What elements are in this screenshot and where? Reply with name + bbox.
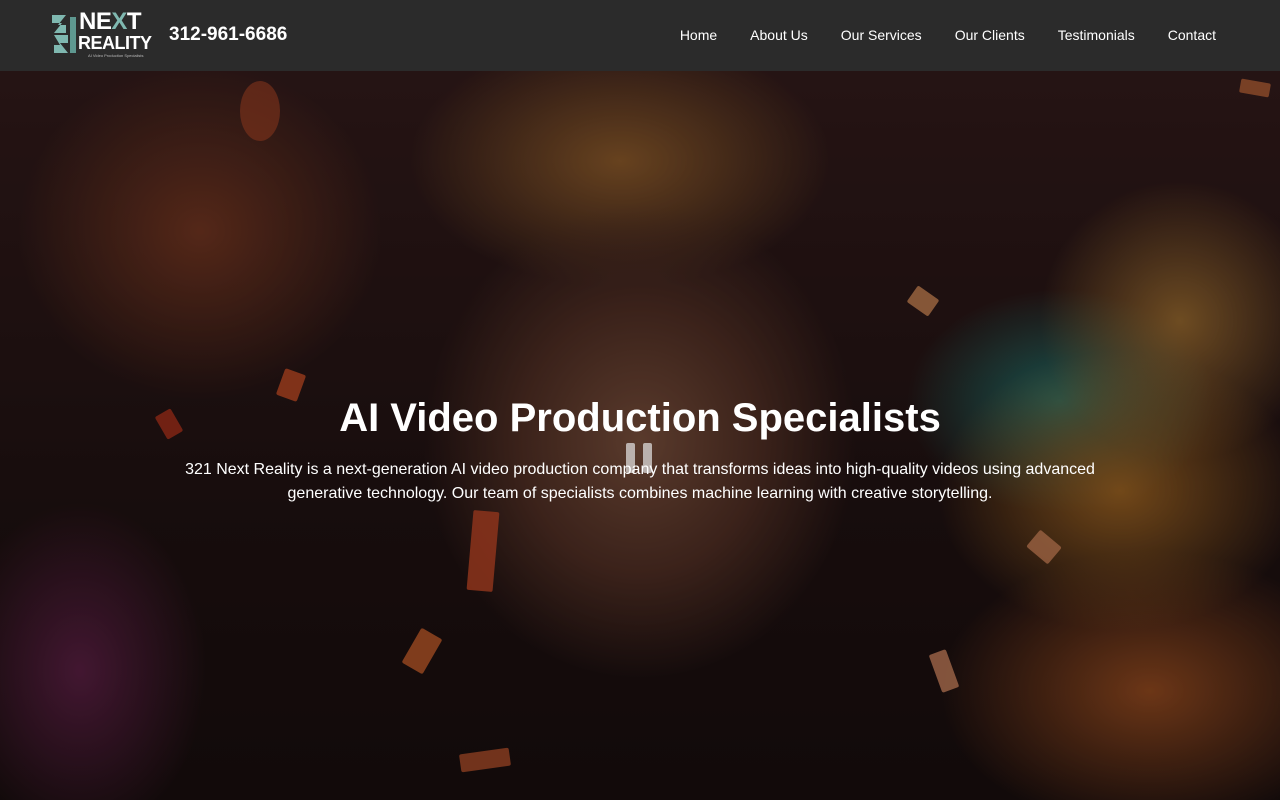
logo-tagline: AI Video Production Specialists [88,53,144,58]
site-header: NEXT REALITY AI Video Production Special… [0,0,1280,71]
logo-321-mark-icon [52,15,76,53]
nav-link-testimonials[interactable]: Testimonials [1058,26,1135,44]
nav-link-contact[interactable]: Contact [1168,26,1216,44]
nav-link-home[interactable]: Home [680,26,717,44]
hero-title: AI Video Production Specialists [339,396,941,440]
phone-number[interactable]: 312-961-6686 [169,24,287,46]
logo-wordmark-next: NEXT [79,8,142,35]
site-logo[interactable]: NEXT REALITY AI Video Production Special… [50,10,156,58]
nav-link-our-clients[interactable]: Our Clients [955,26,1025,44]
main-nav: Home About Us Our Services Our Clients T… [647,26,1216,44]
hero-section: AI Video Production Specialists 321 Next… [0,71,1280,800]
nav-link-about-us[interactable]: About Us [750,26,808,44]
logo-wordmark-reality: REALITY [78,33,152,53]
hero-description: 321 Next Reality is a next-generation AI… [185,461,1095,502]
nav-link-our-services[interactable]: Our Services [841,26,922,44]
